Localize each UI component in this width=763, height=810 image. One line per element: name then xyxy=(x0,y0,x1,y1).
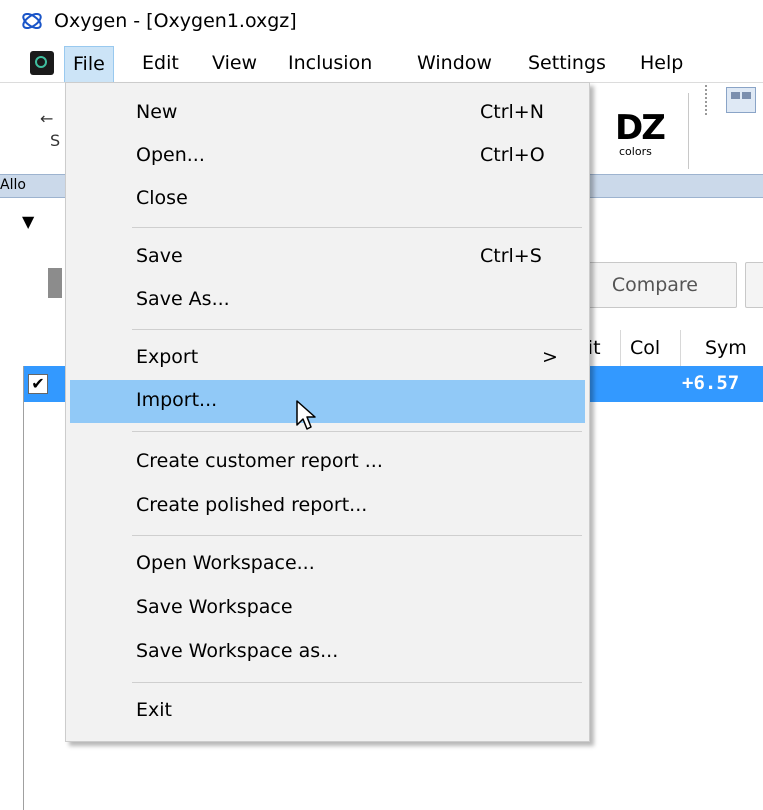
menu-item-create-customer-report[interactable]: Create customer report ... xyxy=(70,441,585,484)
menu-separator xyxy=(132,227,582,228)
submenu-arrow-icon: > xyxy=(542,346,558,368)
menu-item-label: Save Workspace xyxy=(136,596,293,618)
menu-item-save-as[interactable]: Save As... xyxy=(70,279,585,322)
menu-edit[interactable]: Edit xyxy=(134,46,187,82)
menu-item-label: New xyxy=(136,101,178,123)
menu-item-label: Open... xyxy=(136,144,205,166)
menu-item-export[interactable]: Export > xyxy=(70,337,585,380)
menu-item-create-polished-report[interactable]: Create polished report... xyxy=(70,485,585,528)
menu-bar: File Edit View Inclusion Window Settings… xyxy=(0,46,763,83)
panel-title: Allo xyxy=(0,177,26,193)
menu-item-label: Create customer report ... xyxy=(136,450,383,472)
menu-item-new[interactable]: New Ctrl+N xyxy=(70,92,585,135)
file-menu-dropdown: New Ctrl+N Open... Ctrl+O Close Save Ctr… xyxy=(65,82,590,742)
extra-button[interactable] xyxy=(745,262,763,308)
menu-item-label: Save As... xyxy=(136,288,230,310)
menu-item-import[interactable]: Import... xyxy=(70,380,585,423)
layout-icon[interactable] xyxy=(726,87,756,113)
menu-item-save[interactable]: Save Ctrl+S xyxy=(70,236,585,279)
menu-item-exit[interactable]: Exit xyxy=(70,690,585,733)
toolbar-grip[interactable] xyxy=(705,85,713,115)
menu-item-label: Save Workspace as... xyxy=(136,640,339,662)
toolbar-fragment-arrow[interactable]: ← xyxy=(40,109,53,128)
menu-item-label: Import... xyxy=(136,389,218,411)
row-value: +6.57 xyxy=(682,372,740,394)
toolbar-separator xyxy=(688,93,689,169)
menu-item-save-workspace-as[interactable]: Save Workspace as... xyxy=(70,631,585,674)
menu-separator xyxy=(132,431,582,432)
row-checkbox[interactable]: ✔ xyxy=(28,374,48,394)
menu-window[interactable]: Window xyxy=(409,46,500,82)
menu-item-label: Exit xyxy=(136,699,172,721)
toolbar-fragment-label: S xyxy=(50,131,61,150)
menu-item-open[interactable]: Open... Ctrl+O xyxy=(70,135,585,178)
column-header-sym[interactable]: Sym xyxy=(705,330,763,366)
menu-item-open-workspace[interactable]: Open Workspace... xyxy=(70,543,585,586)
mouse-cursor-icon xyxy=(296,400,316,430)
menu-file[interactable]: File xyxy=(64,46,114,83)
menu-separator xyxy=(132,682,582,683)
compare-button[interactable]: Compare xyxy=(565,262,737,308)
dz-colors-label: colors xyxy=(619,145,652,158)
window-title: Oxygen - [Oxygen1.oxgz] xyxy=(54,10,297,32)
menu-item-label: Open Workspace... xyxy=(136,552,315,574)
table-border xyxy=(23,366,24,810)
menu-item-label: Close xyxy=(136,187,188,209)
column-header-col[interactable]: Col xyxy=(630,330,681,366)
dz-colors-button[interactable]: DZ colors xyxy=(601,108,669,158)
menu-item-label: Export xyxy=(136,346,199,368)
document-icon[interactable] xyxy=(30,51,54,75)
menu-item-shortcut: Ctrl+O xyxy=(480,144,545,166)
menu-item-shortcut: Ctrl+N xyxy=(480,101,544,123)
side-handle[interactable] xyxy=(48,268,62,298)
menu-item-close[interactable]: Close xyxy=(70,178,585,221)
menu-item-label: Save xyxy=(136,245,183,267)
menu-item-label: Create polished report... xyxy=(136,494,368,516)
dz-icon: DZ xyxy=(615,108,666,148)
menu-separator xyxy=(132,329,582,330)
menu-separator xyxy=(132,535,582,536)
menu-item-save-workspace[interactable]: Save Workspace xyxy=(70,587,585,630)
oxygen-logo-icon xyxy=(22,12,42,30)
menu-view[interactable]: View xyxy=(204,46,265,82)
menu-item-shortcut: Ctrl+S xyxy=(480,245,542,267)
menu-help[interactable]: Help xyxy=(632,46,691,82)
menu-inclusion[interactable]: Inclusion xyxy=(280,46,380,82)
dropdown-arrow-icon[interactable]: ▼ xyxy=(22,212,34,231)
menu-settings[interactable]: Settings xyxy=(520,46,614,82)
title-bar: Oxygen - [Oxygen1.oxgz] xyxy=(0,0,763,46)
